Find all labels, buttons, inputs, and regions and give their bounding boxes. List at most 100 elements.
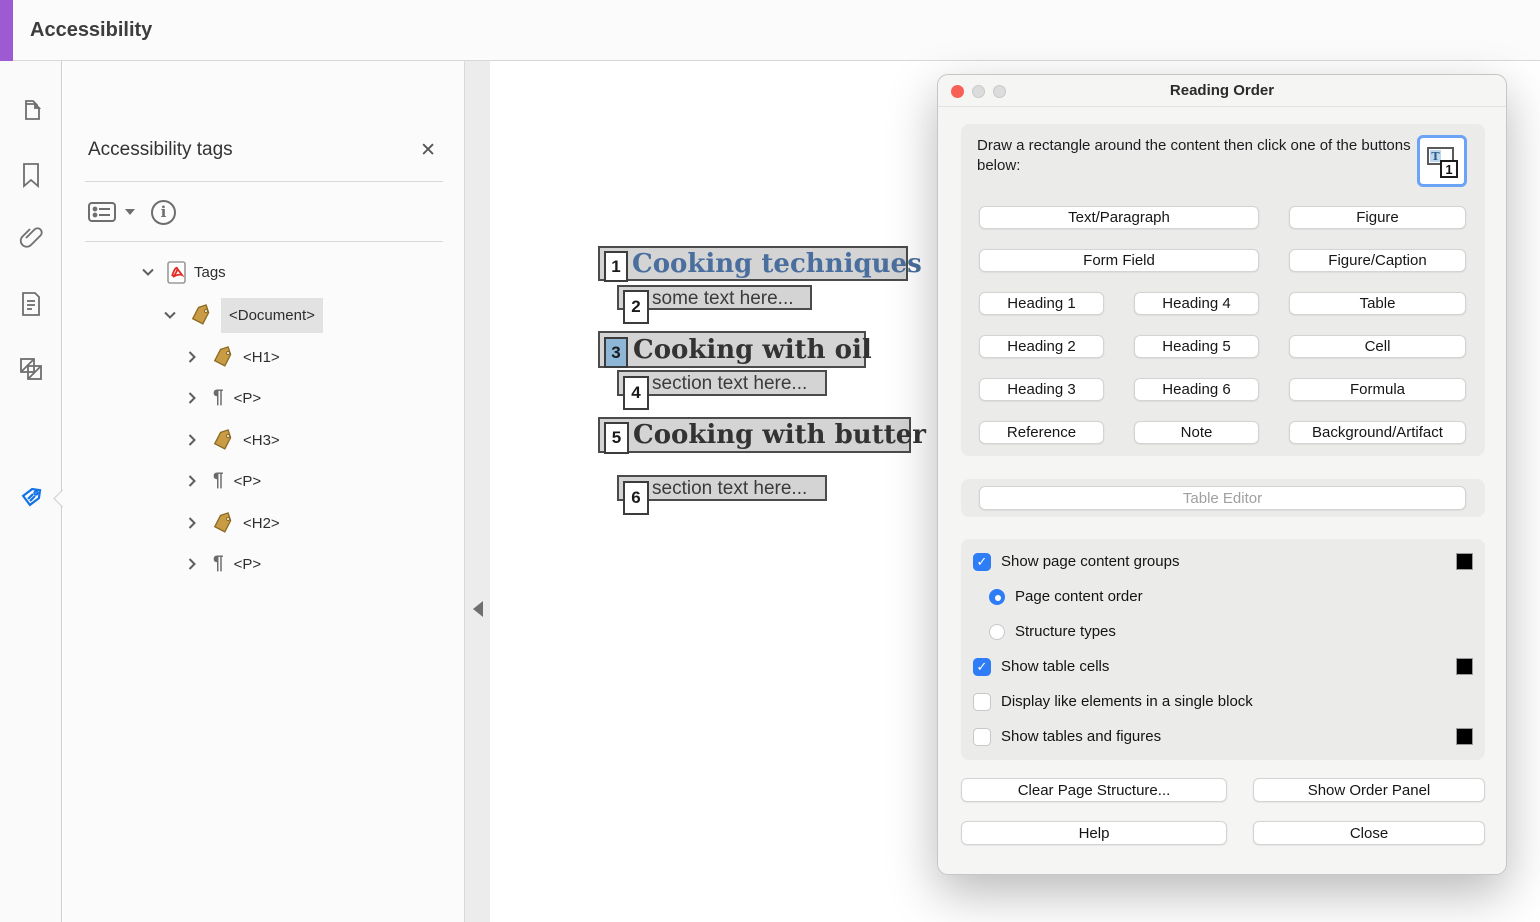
zoom-window-icon[interactable] — [993, 85, 1006, 98]
display-options-section: Show page content groups Page content or… — [961, 539, 1485, 760]
chevron-right-icon[interactable] — [185, 558, 199, 570]
option-label: Show table cells — [1001, 658, 1109, 675]
heading-4-button[interactable]: Heading 4 — [1134, 292, 1259, 315]
chevron-right-icon[interactable] — [185, 475, 199, 487]
cell-button[interactable]: Cell — [1289, 335, 1466, 358]
content-box-heading2[interactable]: Cooking with butter — [598, 417, 911, 453]
checkbox-checked[interactable] — [973, 553, 991, 571]
panel-splitter[interactable] — [464, 61, 490, 922]
reading-order-badge[interactable]: 1 — [604, 251, 628, 282]
tree-label[interactable]: <H1> — [243, 349, 280, 366]
checkbox-unchecked[interactable] — [973, 693, 991, 711]
tree-row-h3[interactable]: <H3> — [185, 425, 280, 455]
reading-order-badge[interactable]: 2 — [623, 290, 649, 324]
option-label: Structure types — [1015, 623, 1116, 640]
option-show-tables-figures: Show tables and figures — [961, 719, 1485, 754]
dialog-titlebar[interactable]: Reading Order — [938, 75, 1506, 107]
content-icon[interactable] — [0, 282, 62, 326]
option-display-like-elements: Display like elements in a single block — [961, 684, 1485, 719]
page-thumbnails-icon[interactable] — [0, 88, 62, 132]
tree-row-document[interactable]: <Document> — [163, 300, 323, 330]
chevron-right-icon[interactable] — [185, 392, 199, 404]
option-label: Show tables and figures — [1001, 728, 1161, 745]
tree-label-selected[interactable]: <Document> — [221, 298, 323, 333]
reading-order-tool-icon[interactable]: T 1 — [1417, 135, 1467, 187]
accessibility-tags-icon[interactable] — [0, 477, 62, 521]
option-page-content-order: Page content order — [961, 579, 1485, 614]
tree-row-p[interactable]: ¶ <P> — [185, 383, 261, 413]
order-icon[interactable] — [0, 347, 62, 391]
tree-label[interactable]: <P> — [234, 473, 262, 490]
divider — [85, 241, 443, 242]
tree-label[interactable]: Tags — [194, 264, 226, 281]
app-header: Accessibility — [0, 0, 1540, 61]
note-button[interactable]: Note — [1134, 421, 1259, 444]
color-swatch[interactable] — [1456, 658, 1473, 675]
color-swatch[interactable] — [1456, 728, 1473, 745]
background-artifact-button[interactable]: Background/Artifact — [1289, 421, 1466, 444]
heading-3-button[interactable]: Heading 3 — [979, 378, 1104, 401]
formula-button[interactable]: Formula — [1289, 378, 1466, 401]
show-order-panel-button[interactable]: Show Order Panel — [1253, 778, 1485, 802]
radio-unselected[interactable] — [989, 624, 1005, 640]
collapse-panel-icon[interactable] — [473, 601, 483, 617]
reading-order-dialog: Reading Order Draw a rectangle around th… — [937, 74, 1507, 875]
pilcrow-icon: ¶ — [213, 553, 224, 575]
tree-label[interactable]: <P> — [234, 390, 262, 407]
pilcrow-icon: ¶ — [213, 470, 224, 492]
list-options-icon[interactable] — [87, 200, 117, 224]
table-editor-button[interactable]: Table Editor — [979, 486, 1466, 510]
reading-order-badge[interactable]: 6 — [623, 481, 649, 515]
clear-page-structure-button[interactable]: Clear Page Structure... — [961, 778, 1227, 802]
figure-caption-button[interactable]: Figure/Caption — [1289, 249, 1466, 272]
close-icon[interactable]: ✕ — [420, 139, 436, 162]
tree-row-p[interactable]: ¶ <P> — [185, 549, 261, 579]
reading-order-badge[interactable]: 5 — [604, 422, 629, 454]
chevron-right-icon[interactable] — [185, 351, 199, 363]
tree-label[interactable]: <H2> — [243, 515, 280, 532]
panel-toolbar: i — [87, 197, 176, 227]
attachments-icon[interactable] — [0, 216, 62, 260]
tag-icon — [211, 346, 235, 368]
reading-order-badge-selected[interactable]: 3 — [604, 337, 628, 368]
chevron-down-icon[interactable] — [141, 268, 155, 276]
reading-order-badge[interactable]: 4 — [623, 376, 649, 410]
checkbox-unchecked[interactable] — [973, 728, 991, 746]
tree-row-h2[interactable]: <H2> — [185, 508, 280, 538]
tree-row-p[interactable]: ¶ <P> — [185, 466, 261, 496]
help-button[interactable]: Help — [961, 821, 1227, 845]
left-rail — [0, 61, 62, 922]
bookmarks-icon[interactable] — [0, 153, 62, 197]
color-swatch[interactable] — [1456, 553, 1473, 570]
tree-label[interactable]: <P> — [234, 556, 262, 573]
tag-icon — [211, 429, 235, 451]
heading-5-button[interactable]: Heading 5 — [1134, 335, 1259, 358]
heading-6-button[interactable]: Heading 6 — [1134, 378, 1259, 401]
table-editor-section: Table Editor — [961, 479, 1485, 517]
figure-button[interactable]: Figure — [1289, 206, 1466, 229]
text-paragraph-button[interactable]: Text/Paragraph — [979, 206, 1259, 229]
info-icon[interactable]: i — [151, 200, 176, 225]
close-button[interactable]: Close — [1253, 821, 1485, 845]
close-window-icon[interactable] — [951, 85, 964, 98]
minimize-window-icon[interactable] — [972, 85, 985, 98]
tree-row-h1[interactable]: <H1> — [185, 342, 280, 372]
tool-one-glyph: 1 — [1440, 160, 1458, 178]
tree-label[interactable]: <H3> — [243, 432, 280, 449]
reference-button[interactable]: Reference — [979, 421, 1104, 444]
heading-1-button[interactable]: Heading 1 — [979, 292, 1104, 315]
divider — [85, 181, 443, 182]
content-box-heading3[interactable]: Cooking with oil — [598, 331, 866, 368]
chevron-right-icon[interactable] — [185, 434, 199, 446]
checkbox-checked[interactable] — [973, 658, 991, 676]
tag-buttons-grid: Text/Paragraph Figure Form Field Figure/… — [979, 206, 1466, 444]
chevron-down-icon[interactable] — [163, 311, 177, 319]
tree-row-tags[interactable]: Tags — [141, 257, 226, 287]
table-button[interactable]: Table — [1289, 292, 1466, 315]
content-box-heading1[interactable]: Cooking techniques — [598, 246, 908, 281]
chevron-down-icon[interactable] — [125, 209, 135, 215]
form-field-button[interactable]: Form Field — [979, 249, 1259, 272]
heading-2-button[interactable]: Heading 2 — [979, 335, 1104, 358]
radio-selected[interactable] — [989, 589, 1005, 605]
chevron-right-icon[interactable] — [185, 517, 199, 529]
